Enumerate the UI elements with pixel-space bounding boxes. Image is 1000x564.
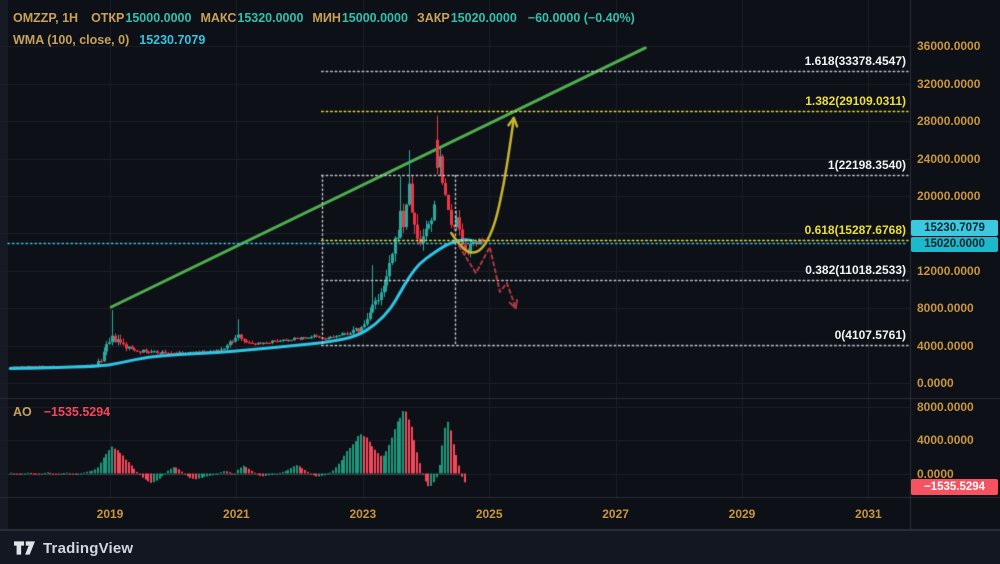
time-tick-label: 2029 <box>728 507 756 521</box>
price-tick-label: 32000.0000 <box>917 76 981 91</box>
ao-indicator-title[interactable]: AO <box>13 405 32 419</box>
price-tick-label: 24000.0000 <box>917 151 981 166</box>
ao-value: −1535.5294 <box>43 405 111 419</box>
ohlc-open: ОТКР15000.0000 <box>91 11 192 25</box>
ao-value-badge: −1535.5294 <box>911 479 998 495</box>
price-tick-label: 8000.0000 <box>917 301 974 316</box>
ohlc-high: МАКС15320.0000 <box>200 11 304 25</box>
price-tick-label: 20000.0000 <box>917 188 981 203</box>
price-tick-label: 36000.0000 <box>917 39 981 54</box>
last-price-badge: 15020.0000 <box>911 237 998 252</box>
price-tick-label: 12000.0000 <box>917 263 981 278</box>
fib-level-label[interactable]: 1.618(33378.4547) <box>805 54 906 68</box>
symbol-title[interactable]: OMZZP, 1H <box>13 11 78 25</box>
ao-tick-label: 4000.0000 <box>917 433 974 447</box>
time-tick-label: 2023 <box>349 507 377 521</box>
time-tick-label: 2027 <box>602 507 629 521</box>
time-tick-label: 2031 <box>855 507 882 521</box>
price-tick-label: 28000.0000 <box>917 114 981 129</box>
tradingview-logo-icon[interactable] <box>14 541 35 555</box>
tradingview-chart-window: OMZZP, 1H ОТКР15000.0000 МАКС15320.0000 … <box>0 0 1000 564</box>
footer-bar: TradingView <box>0 530 1000 564</box>
ohlc-low: МИН15000.0000 <box>312 11 408 25</box>
time-tick-label: 2021 <box>223 507 250 521</box>
fib-level-label[interactable]: 1.382(29109.0311) <box>805 94 906 108</box>
wma-price-badge: 15230.7079 <box>911 220 998 236</box>
price-change: −60.0000 (−0.40%) <box>527 11 635 25</box>
time-tick-label: 2019 <box>96 507 124 521</box>
time-tick-label: 2025 <box>475 507 503 521</box>
wma-legend: WMA (100, close, 0) 15230.7079 <box>13 33 205 47</box>
fib-level-label[interactable]: 0.618(15287.6768) <box>805 223 906 237</box>
fib-level-label[interactable]: 1(22198.3540) <box>828 158 906 172</box>
brand-name[interactable]: TradingView <box>43 540 133 557</box>
wma-indicator-title[interactable]: WMA (100, close, 0) <box>13 33 129 47</box>
fib-level-label[interactable]: 0.382(11018.2533) <box>805 263 906 277</box>
ao-legend: AO −1535.5294 <box>13 405 110 419</box>
wma-value: 15230.7079 <box>139 33 206 47</box>
ohlc-close: ЗАКР15020.0000 <box>416 11 517 25</box>
symbol-legend: OMZZP, 1H ОТКР15000.0000 МАКС15320.0000 … <box>13 11 635 25</box>
ao-tick-label: 8000.0000 <box>917 399 974 414</box>
price-tick-label: 0.0000 <box>917 376 954 390</box>
price-tick-label: 4000.0000 <box>917 338 974 353</box>
fib-level-label[interactable]: 0(4107.5761) <box>835 328 906 342</box>
